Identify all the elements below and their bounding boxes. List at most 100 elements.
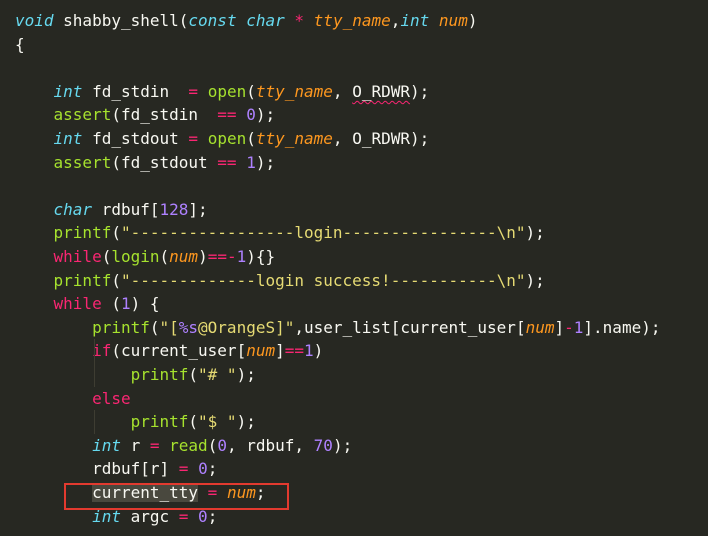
code-token: num <box>525 317 555 337</box>
code-token: %s <box>178 317 199 337</box>
code-token: ( <box>111 341 121 361</box>
code-token: [ <box>149 199 160 219</box>
code-token: rdbuf <box>15 459 141 479</box>
code-token: num <box>169 247 199 266</box>
code-line[interactable]: printf("-----------------login----------… <box>15 221 545 245</box>
code-token: ); <box>409 129 430 148</box>
code-line[interactable]: while(login(num)==-1){} <box>15 245 276 269</box>
code-token: [ <box>515 317 526 337</box>
code-token: const <box>188 11 237 30</box>
code-token: ); <box>255 105 276 125</box>
code-token: ( <box>111 294 121 314</box>
code-token: ); <box>409 81 430 101</box>
code-token: void <box>15 11 54 30</box>
code-line[interactable]: int fd_stdin = open(tty_name, O_RDWR); <box>15 80 430 104</box>
code-token: int <box>400 11 430 30</box>
code-line[interactable]: printf("[%s@OrangeS]",user_list[current_… <box>15 316 660 340</box>
code-token: { <box>15 34 25 54</box>
code-token: ( <box>111 105 121 125</box>
code-token: user_list <box>304 317 391 337</box>
code-token: ){} <box>246 247 276 266</box>
code-line[interactable]: else <box>15 387 131 411</box>
code-token: num <box>246 341 276 361</box>
code-token: fd_stdout <box>120 152 218 172</box>
code-token: ]; <box>188 199 208 219</box>
code-token: == <box>217 152 237 172</box>
code-token: num <box>438 11 468 30</box>
code-token: tty_name <box>255 81 333 101</box>
code-token: , <box>332 129 353 148</box>
code-token: ( <box>246 129 256 148</box>
indent-guide <box>94 339 95 387</box>
code-token: while <box>53 247 102 266</box>
code-token: ) <box>198 247 208 266</box>
code-token: 0 <box>246 105 256 125</box>
code-token: , <box>332 81 353 101</box>
code-token: ); <box>236 412 256 432</box>
code-token: int <box>53 81 83 101</box>
code-line[interactable]: char rdbuf[128]; <box>15 198 208 222</box>
code-token: == <box>207 247 227 266</box>
code-token: = <box>188 129 199 148</box>
code-token: ); <box>236 365 256 384</box>
code-token: "[ <box>159 317 179 337</box>
code-token: open <box>207 81 247 101</box>
code-token: "-----------------login----------------\… <box>120 223 526 243</box>
code-token: ( <box>188 412 199 432</box>
indent-guide <box>94 410 95 434</box>
code-token: ( <box>149 317 160 337</box>
code-line[interactable]: printf("-------------login success!-----… <box>15 269 545 293</box>
code-line[interactable]: if(current_user[num]==1) <box>15 339 323 363</box>
code-token: ) <box>313 341 324 361</box>
code-line[interactable]: printf("# "); <box>15 363 256 387</box>
code-token: ); <box>255 152 276 172</box>
code-token: ] <box>554 317 565 337</box>
code-token: "-------------login success!-----------\… <box>120 270 526 290</box>
code-token: "# " <box>198 365 237 384</box>
code-token: read <box>169 435 208 455</box>
code-line[interactable]: int fd_stdout = open(tty_name, O_RDWR); <box>15 127 430 151</box>
code-token: == <box>217 105 237 125</box>
code-line[interactable]: { <box>15 33 25 57</box>
code-line[interactable]: assert(fd_stdin == 0); <box>15 103 276 127</box>
code-token: - <box>226 247 237 266</box>
code-line[interactable]: printf("$ "); <box>15 410 256 434</box>
code-token: 0 <box>217 435 227 455</box>
code-line[interactable]: void shabby_shell(const char * tty_name,… <box>15 9 477 33</box>
code-token: login <box>111 247 160 266</box>
code-token: printf <box>130 412 189 432</box>
code-line[interactable]: assert(fd_stdout == 1); <box>15 151 276 175</box>
code-token: O_RDWR <box>352 81 410 101</box>
code-token: fd_stdin <box>120 105 218 125</box>
code-token: 0 <box>198 459 208 479</box>
code-token: current_user <box>400 317 516 337</box>
code-token: ( <box>188 365 199 384</box>
code-line[interactable]: int r = read(0, rdbuf, 70); <box>15 434 352 458</box>
code-token: ) { <box>130 294 160 314</box>
code-token: printf <box>92 317 150 337</box>
code-editor[interactable]: void shabby_shell(const char * tty_name,… <box>0 0 708 536</box>
code-token: - <box>564 317 574 337</box>
code-token: printf <box>130 365 189 384</box>
code-line[interactable]: while (1) { <box>15 292 160 316</box>
code-token: open <box>207 129 247 148</box>
code-token: * <box>294 11 305 30</box>
code-line[interactable]: rdbuf[r] = 0; <box>15 457 217 481</box>
code-token: int <box>53 129 83 148</box>
code-token: , <box>226 435 247 455</box>
code-token: char <box>53 199 93 219</box>
